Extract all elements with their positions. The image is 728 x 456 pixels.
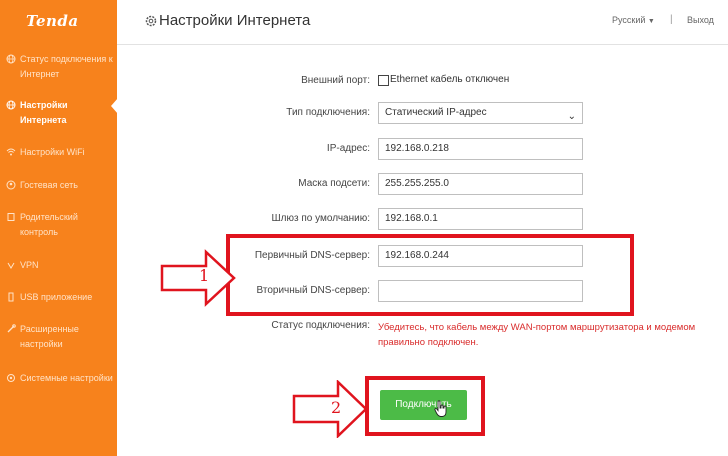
- status-label: Статус подключения:: [271, 320, 370, 331]
- dns-highlight-box: [226, 234, 634, 316]
- conn-type-value: Статический IP-адрес: [385, 107, 487, 118]
- sidebar-item-advanced[interactable]: Расширенные настройки: [6, 322, 114, 352]
- wan-port-label: Внешний порт:: [301, 75, 370, 86]
- ip-input[interactable]: 192.168.0.218: [378, 138, 583, 160]
- chevron-down-icon: ▼: [647, 18, 655, 25]
- globe-icon: [6, 100, 16, 110]
- sidebar-item-guest-network[interactable]: Гостевая сеть: [6, 178, 114, 193]
- active-indicator: [111, 98, 118, 114]
- vpn-icon: [7, 262, 15, 269]
- conn-type-select[interactable]: Статический IP-адрес ⌄: [378, 102, 583, 124]
- sidebar-item-label: USB приложение: [20, 292, 93, 302]
- sidebar-item-label: Настройки Интернета: [20, 100, 68, 125]
- sidebar-item-system[interactable]: Системные настройки: [6, 371, 114, 386]
- sidebar-item-label: Системные настройки: [20, 373, 113, 383]
- logout-link[interactable]: Выход: [687, 15, 714, 25]
- sidebar: Tenda Статус подключения к Интернет Наст…: [0, 0, 118, 456]
- status-message: Убедитесь, что кабель между WAN-портом м…: [378, 322, 696, 348]
- conn-type-label: Тип подключения:: [286, 107, 370, 118]
- wan-port-checkbox[interactable]: [378, 75, 389, 86]
- page-title: Настройки Интернета: [159, 12, 311, 29]
- system-icon: [7, 374, 15, 382]
- chevron-down-icon: ⌄: [567, 111, 576, 122]
- connect-highlight-box: [365, 376, 485, 436]
- parent-icon: [7, 213, 15, 221]
- sidebar-item-label: Родительский контроль: [20, 212, 78, 237]
- guest-icon: [6, 180, 16, 190]
- tools-icon: [7, 324, 16, 333]
- wan-port-status: Ethernet кабель отключен: [390, 74, 510, 85]
- header-separator: |: [670, 14, 673, 25]
- globe-icon: [6, 54, 16, 64]
- language-label: Русский: [612, 15, 646, 25]
- mask-input[interactable]: 255.255.255.0: [378, 173, 583, 195]
- sidebar-item-label: Статус подключения к Интернет: [20, 54, 113, 79]
- ip-label: IP-адрес:: [326, 143, 370, 154]
- wifi-icon: [6, 148, 16, 156]
- gear-icon: [145, 15, 157, 27]
- sidebar-item-parental-control[interactable]: Родительский контроль: [6, 210, 114, 240]
- sidebar-item-label: Гостевая сеть: [20, 180, 78, 190]
- sidebar-item-usb[interactable]: USB приложение: [6, 290, 114, 305]
- annotation-marker-2: 2: [331, 398, 342, 417]
- sidebar-item-vpn[interactable]: VPN: [6, 258, 114, 273]
- sidebar-item-label: Расширенные настройки: [20, 324, 79, 349]
- sidebar-item-wifi[interactable]: Настройки WiFi: [6, 145, 114, 160]
- annotation-marker-1: 1: [199, 266, 210, 285]
- usb-icon: [8, 292, 14, 302]
- gateway-label: Шлюз по умолчанию:: [271, 213, 371, 224]
- language-select[interactable]: Русский ▼: [612, 15, 655, 25]
- gateway-input[interactable]: 192.168.0.1: [378, 208, 583, 230]
- page-header: Настройки Интернета Русский ▼ | Выход: [117, 0, 728, 45]
- mask-label: Маска подсети:: [298, 178, 370, 189]
- tenda-logo: Tenda: [26, 12, 79, 30]
- sidebar-item-connection-status[interactable]: Статус подключения к Интернет: [6, 52, 114, 82]
- sidebar-item-label: VPN: [20, 260, 39, 270]
- sidebar-item-internet-settings[interactable]: Настройки Интернета: [6, 98, 114, 128]
- sidebar-item-label: Настройки WiFi: [20, 147, 85, 157]
